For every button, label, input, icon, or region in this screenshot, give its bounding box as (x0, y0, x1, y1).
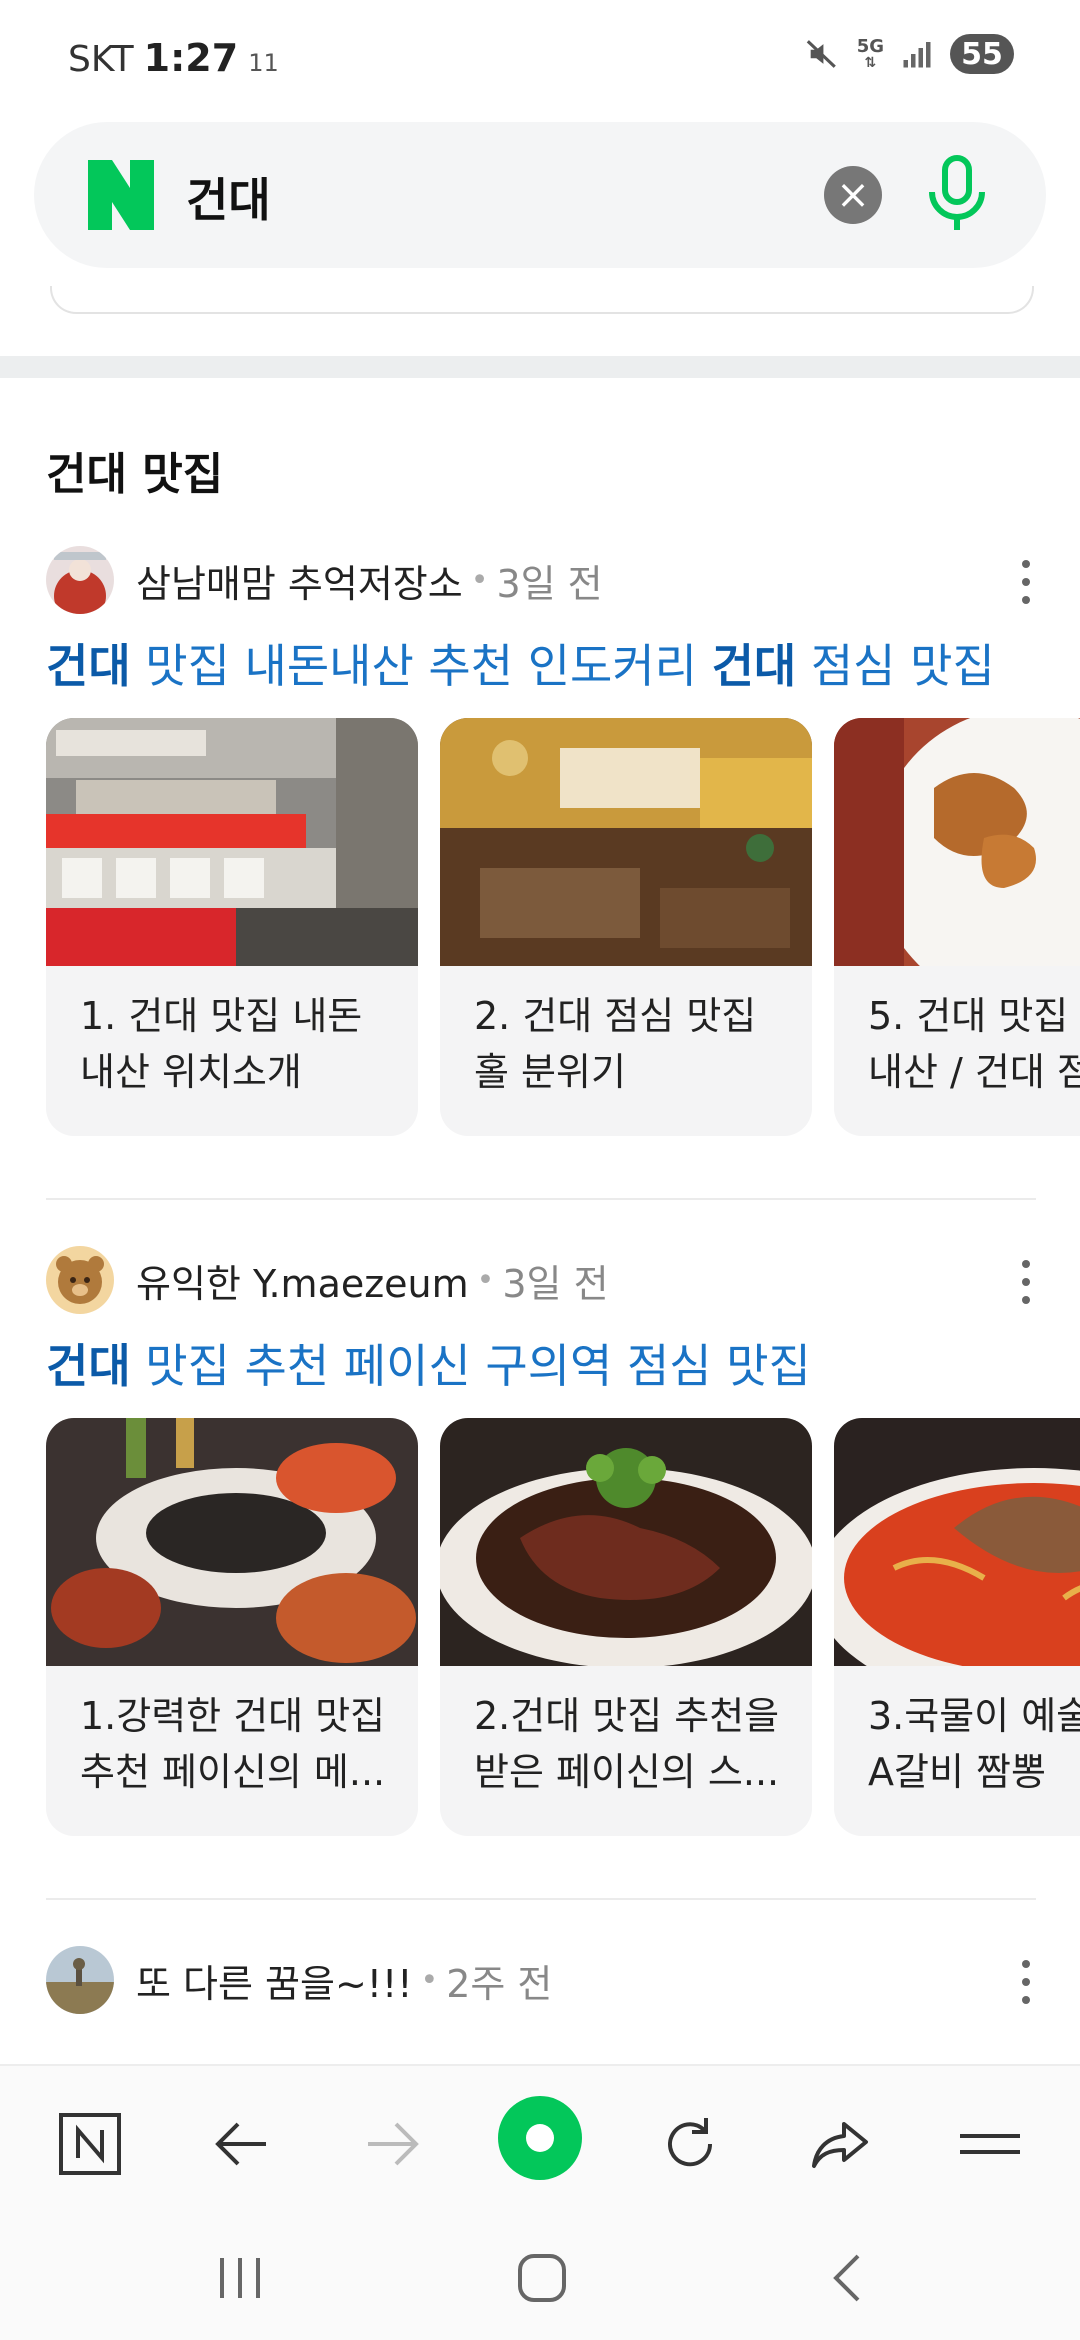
author-row[interactable]: 유익한 Y.maezeum • 3일 전 (46, 1246, 609, 1314)
forward-button[interactable] (354, 2106, 430, 2182)
image-card[interactable]: 2. 건대 점심 맛집 홀 분위기 (440, 718, 812, 1136)
signal-icon (903, 42, 931, 68)
image-card[interactable]: 1. 건대 맛집 내돈 내산 위치소개 (46, 718, 418, 1136)
avatar[interactable] (46, 1946, 114, 2014)
post-date: 2주 전 (446, 1961, 553, 2006)
notification-count: 11 (248, 49, 279, 77)
steak-noodle-image (440, 1418, 812, 1666)
more-options-icon[interactable] (1016, 1960, 1036, 2004)
arrow-right-icon (368, 2122, 419, 2166)
avatar[interactable] (46, 546, 114, 614)
menu-button[interactable] (952, 2106, 1028, 2182)
naver-n-icon (59, 2113, 121, 2175)
network-type: 5G (856, 36, 884, 57)
separator-dot: • (476, 1262, 495, 1298)
author-row[interactable]: 또 다른 꿈을~!!! • 2주 전 (46, 1946, 552, 2014)
card-caption: 2. 건대 점심 맛집 홀 분위기 (474, 994, 757, 1094)
image-card[interactable]: 3.국물이 예술 A갈비 짬뽕 (834, 1418, 1080, 1836)
clear-search-button[interactable]: × (824, 166, 882, 224)
arrow-left-icon (215, 2122, 266, 2166)
image-card-carousel[interactable]: 1.강력한 건대 맛집 추천 페이신의 메... 2.건대 맛집 추천을 받은 … (46, 1418, 1080, 1836)
avatar[interactable] (46, 1246, 114, 1314)
share-icon (812, 2122, 868, 2168)
network-indicator: 5G ⇅ (856, 36, 884, 71)
more-options-icon[interactable] (1016, 1260, 1036, 1304)
separator-dot: • (470, 562, 489, 598)
home-icon[interactable] (512, 2250, 572, 2306)
naver-logo-icon[interactable] (88, 160, 154, 230)
search-query[interactable]: 건대 (186, 164, 271, 230)
refresh-icon (668, 2118, 713, 2167)
jjamppong-image (834, 1418, 1080, 1666)
title-keyword: 건대 (711, 639, 797, 693)
post-date: 3일 전 (502, 1261, 609, 1306)
author-name[interactable]: 또 다른 꿈을~!!! (136, 1953, 413, 2008)
food-plate-image (834, 718, 1080, 966)
card-caption: 3.국물이 예술 A갈비 짬뽕 (868, 1694, 1080, 1794)
carrier-label: SKT (68, 39, 134, 80)
search-bar[interactable]: 건대 × (34, 122, 1046, 268)
status-right: 5G ⇅ 55 (805, 34, 1014, 74)
title-text: 점심 맛집 (796, 639, 995, 693)
divider (46, 1198, 1036, 1200)
food-table-image (46, 1418, 418, 1666)
status-bar: SKT 1:27 11 5G ⇅ 55 (0, 0, 1080, 110)
clock: 1:27 (143, 36, 239, 80)
image-card-carousel[interactable]: 1. 건대 맛집 내돈 내산 위치소개 2. 건대 점심 맛집 홀 분위기 5.… (46, 718, 1080, 1136)
image-card[interactable]: 5. 건대 맛집 내 내산 / 건대 점 (834, 718, 1080, 1136)
recent-apps-icon[interactable] (210, 2250, 270, 2306)
back-nav-icon[interactable] (818, 2250, 878, 2306)
post-title-link[interactable]: 건대 맛집 추천 페이신 구의역 점심 맛집 (46, 1330, 811, 1396)
browser-bottom-nav (0, 2064, 1080, 2214)
author-row[interactable]: 삼남매맘 추억저장소 • 3일 전 (46, 546, 603, 614)
section-title: 건대 맛집 (46, 449, 224, 500)
green-dot-icon (498, 2096, 582, 2180)
image-card[interactable]: 1.강력한 건대 맛집 추천 페이신의 메... (46, 1418, 418, 1836)
title-keyword: 건대 (46, 639, 131, 693)
image-card[interactable]: 2.건대 맛집 추천을 받은 페이신의 스... (440, 1418, 812, 1836)
battery-indicator: 55 (950, 34, 1014, 74)
card-caption: 2.건대 맛집 추천을 받은 페이신의 스... (474, 1694, 780, 1794)
close-icon: × (836, 172, 870, 218)
system-nav-bar (0, 2214, 1080, 2340)
card-caption: 1.강력한 건대 맛집 추천 페이신의 메... (80, 1694, 386, 1794)
more-options-icon[interactable] (1016, 560, 1036, 604)
author-name[interactable]: 유익한 Y.maezeum (136, 1253, 469, 1308)
naver-home-button[interactable] (52, 2106, 128, 2182)
title-keyword: 건대 (46, 1339, 131, 1393)
back-button[interactable] (204, 2106, 280, 2182)
title-text: 맛집 추천 페이신 구의역 점심 맛집 (130, 1339, 811, 1393)
divider (46, 1898, 1036, 1900)
card-caption: 1. 건대 맛집 내돈 내산 위치소개 (80, 994, 363, 1094)
hamburger-menu-icon (960, 2134, 1020, 2154)
card-caption: 5. 건대 맛집 내 내산 / 건대 점 (868, 994, 1080, 1094)
mute-icon (806, 40, 836, 68)
post-date: 3일 전 (496, 561, 603, 606)
section-separator (0, 356, 1080, 378)
status-left: SKT 1:27 11 (68, 36, 279, 80)
green-dot-button[interactable] (496, 2094, 584, 2182)
refresh-button[interactable] (652, 2106, 728, 2182)
author-name[interactable]: 삼남매맘 추억저장소 (136, 553, 463, 608)
restaurant-exterior-image (46, 718, 418, 966)
previous-card-edge (50, 286, 1034, 314)
post-title-link[interactable]: 건대 맛집 내돈내산 추천 인도커리 건대 점심 맛집 (46, 630, 995, 696)
separator-dot: • (420, 1962, 439, 1998)
microphone-icon[interactable] (922, 154, 992, 236)
share-button[interactable] (802, 2106, 878, 2182)
title-text: 맛집 내돈내산 추천 인도커리 (130, 639, 712, 693)
restaurant-interior-image (440, 718, 812, 966)
